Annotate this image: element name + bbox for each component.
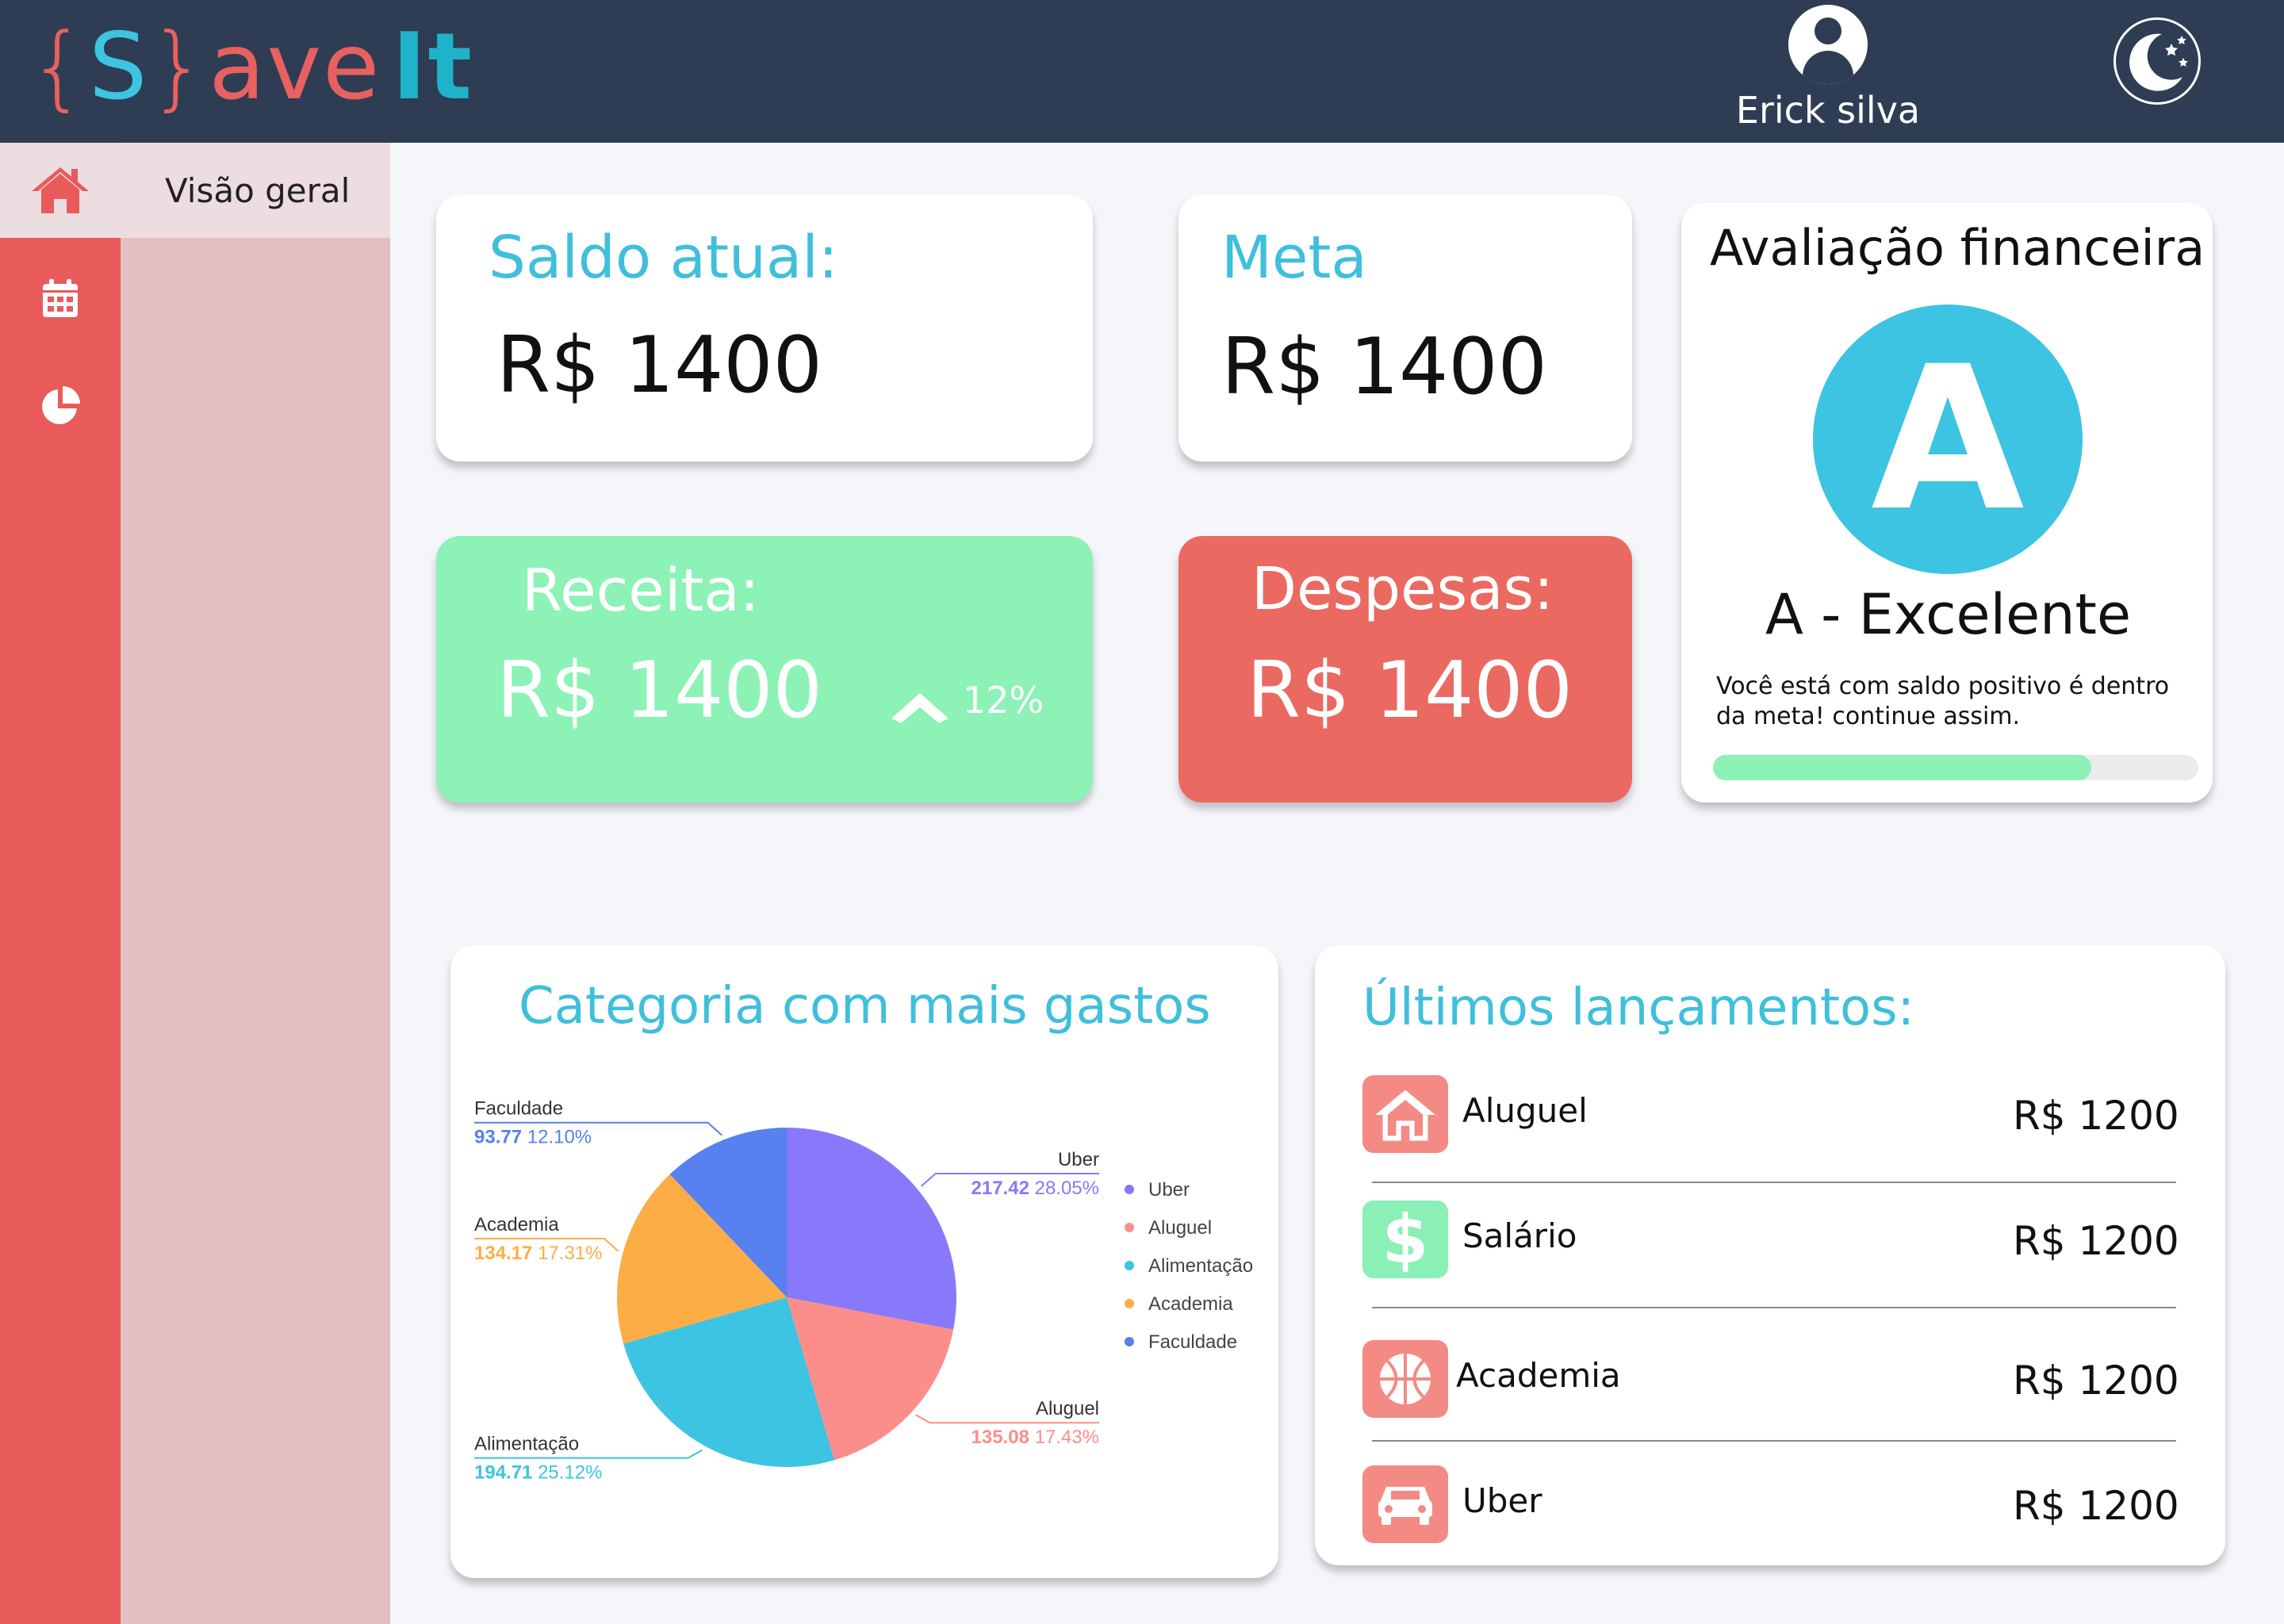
launch-row-icon: $ <box>1362 1201 1448 1278</box>
theme-toggle-button[interactable] <box>2113 17 2201 105</box>
launches-card: Últimos lançamentos: Aluguel R$ 1200 $ S… <box>1315 945 2225 1565</box>
launch-row-name: Aluguel <box>1462 1091 1588 1130</box>
legend-label: Academia <box>1148 1293 1233 1315</box>
user-avatar-icon[interactable] <box>1788 5 1868 84</box>
launch-row-value: R$ 1200 <box>2013 1483 2179 1529</box>
pie-value: 217.42 <box>971 1178 1035 1199</box>
saldo-value: R$ 1400 <box>496 320 822 411</box>
pie-label-name: Academia <box>474 1214 559 1235</box>
logo-it: It <box>392 13 473 121</box>
meta-card: Meta R$ 1400 <box>1178 195 1632 462</box>
grade-label: A - Excelente <box>1765 582 2132 647</box>
side-nav: Visão geral <box>121 143 390 1624</box>
launches-title: Últimos lançamentos: <box>1362 979 1915 1037</box>
home-icon <box>1375 1090 1435 1141</box>
launch-row-value: R$ 1200 <box>2013 1093 2179 1139</box>
logo-s: S <box>88 13 149 121</box>
meta-value: R$ 1400 <box>1221 322 1547 412</box>
evaluation-progress-track <box>1713 755 2198 780</box>
app-logo[interactable]: {S}ave It <box>29 16 473 119</box>
launch-row-icon <box>1362 1340 1448 1418</box>
launch-row-name: Academia <box>1456 1356 1621 1395</box>
home-icon <box>32 167 89 213</box>
grade-badge: A <box>1813 304 2083 574</box>
car-icon <box>1378 1487 1432 1525</box>
launch-row-icon <box>1362 1465 1448 1543</box>
launch-row-value: R$ 1200 <box>2013 1218 2179 1264</box>
grade-letter: A <box>1871 324 2025 554</box>
legend-marker <box>1125 1223 1134 1232</box>
nav-item-overview[interactable]: Visão geral <box>121 143 390 238</box>
pie-percent: 17.31% <box>538 1243 602 1264</box>
pie-percent: 17.43% <box>1035 1427 1099 1448</box>
pie-label-name: Alimentação <box>474 1434 579 1455</box>
pie-percent: 12.10% <box>527 1127 592 1148</box>
rail-item-calendar[interactable] <box>0 251 121 346</box>
calendar-icon <box>43 279 78 317</box>
pie-value: 134.17 <box>474 1243 538 1264</box>
pie-label-value: 217.42 28.05% <box>971 1178 1099 1199</box>
legend-marker <box>1125 1185 1134 1194</box>
legend-marker <box>1125 1299 1134 1308</box>
evaluation-progress-fill <box>1713 755 2092 780</box>
pie-value: 93.77 <box>474 1127 527 1148</box>
legend-marker <box>1125 1261 1134 1270</box>
saldo-card: Saldo atual: R$ 1400 <box>436 195 1093 462</box>
launch-row-icon <box>1362 1075 1448 1153</box>
pie-label-name: Uber <box>1058 1149 1099 1170</box>
receita-title: Receita: <box>522 557 760 625</box>
user-name: Erick silva <box>1735 89 1921 132</box>
row-divider <box>1372 1307 2176 1308</box>
receita-change: 12% <box>963 679 1044 722</box>
icon-rail <box>0 143 121 1624</box>
pie-label-value: 93.77 12.10% <box>474 1127 592 1148</box>
evaluation-card: Avaliação financeira A A - Excelente Voc… <box>1681 203 2213 802</box>
launch-row-name: Salário <box>1462 1216 1577 1255</box>
moon-stars-icon <box>2129 33 2188 91</box>
pie-percent: 25.12% <box>538 1462 602 1484</box>
despesas-title: Despesas: <box>1251 555 1554 623</box>
logo-brace-open: { <box>29 13 89 121</box>
legend-label: Faculdade <box>1148 1331 1237 1353</box>
launch-row-value: R$ 1200 <box>2013 1358 2179 1404</box>
rail-item-reports[interactable] <box>0 358 121 454</box>
saldo-title: Saldo atual: <box>489 224 838 292</box>
evaluation-title: Avaliação financeira <box>1710 219 2205 277</box>
pie-slice-uber <box>787 1128 957 1330</box>
legend-label: Alimentação <box>1148 1255 1253 1277</box>
row-divider <box>1372 1182 2176 1183</box>
dollar-icon: $ <box>1382 1201 1429 1278</box>
category-chart-card: Categoria com mais gastos Uber 217.42 28.… <box>450 945 1278 1578</box>
user-profile[interactable]: Erick silva <box>1729 5 1927 140</box>
legend-label: Aluguel <box>1148 1217 1212 1239</box>
pie-label-value: 135.08 17.43% <box>971 1427 1099 1448</box>
evaluation-message-line2: da meta! continue assim. <box>1716 703 2021 730</box>
logo-ave: ave <box>209 13 381 121</box>
pie-chart-icon <box>42 386 80 424</box>
pie-label-value: 134.17 17.31% <box>474 1243 602 1264</box>
legend-label: Uber <box>1148 1179 1190 1201</box>
trend-up-icon <box>891 693 948 723</box>
pie-label-name: Aluguel <box>1036 1398 1099 1419</box>
launch-row-name: Uber <box>1462 1481 1542 1520</box>
pie-value: 194.71 <box>474 1462 538 1484</box>
receita-card: Receita: R$ 1400 12% <box>436 536 1093 802</box>
basketball-icon <box>1380 1354 1431 1404</box>
despesas-card: Despesas: R$ 1400 <box>1178 536 1632 802</box>
legend-marker <box>1125 1337 1134 1346</box>
pie-label-value: 194.71 25.12% <box>474 1462 602 1484</box>
receita-value: R$ 1400 <box>496 645 822 736</box>
row-divider <box>1372 1440 2176 1442</box>
pie-value: 135.08 <box>971 1427 1035 1448</box>
rail-item-home[interactable] <box>0 143 121 238</box>
evaluation-message-line1: Você está com saldo positivo é dentro <box>1716 672 2170 700</box>
despesas-value: R$ 1400 <box>1247 645 1573 736</box>
top-bar: {S}ave It Erick silva <box>0 0 2284 143</box>
pie-label-name: Faculdade <box>474 1098 563 1120</box>
meta-title: Meta <box>1221 224 1367 292</box>
pie-percent: 28.05% <box>1035 1178 1099 1199</box>
pie-chart: Uber217.42 28.05%Aluguel135.08 17.43%Ali… <box>474 1098 1253 1484</box>
logo-brace-close: } <box>148 13 209 121</box>
